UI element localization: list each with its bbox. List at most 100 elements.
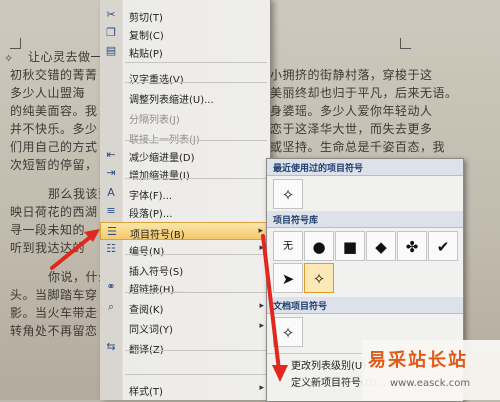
watermark-url: www.easck.com <box>390 378 471 389</box>
menu-separator <box>125 374 267 375</box>
context-menu-item-label: 插入符号(S) <box>129 267 184 278</box>
context-menu-item-label: 增加缩进量(I) <box>129 171 190 182</box>
document-text-line: 身婆瑶。多少人爱你年轻动人 <box>270 104 433 118</box>
document-text-line: 听到我达达的 <box>10 241 86 255</box>
bullet-library-option[interactable]: ✧ <box>304 263 334 293</box>
submenu-arrow-icon: ▸ <box>258 226 263 236</box>
context-menu-item[interactable]: ✂ 剪切(T) <box>100 6 270 24</box>
context-menu-item[interactable]: ☷ 编号(N) ▸ <box>100 240 270 258</box>
context-menu-item-label: 减少缩进量(D) <box>129 153 195 164</box>
menu-separator <box>125 62 267 63</box>
context-menu-item-label: 查阅(K) <box>129 305 164 316</box>
context-menu-item-label: 翻译(Z) <box>129 341 164 356</box>
watermark-logo: 易采站长站 www.easck.com <box>362 340 500 400</box>
context-menu-item[interactable]: ⇥ 增加缩进量(I) <box>100 164 270 182</box>
context-menu-item[interactable]: 插入符号(S) <box>100 260 270 278</box>
context-menu-item[interactable]: ⇆ 翻译(Z) <box>100 338 270 356</box>
bullet-library-option[interactable]: ◆ <box>366 231 396 261</box>
document-text-line: 初秋交错的菁菁 <box>10 68 98 82</box>
watermark-name: 易采站长站 <box>368 350 468 371</box>
context-menu-item-label: 汉字重选(V) <box>129 75 184 86</box>
context-menu-item-label: 同义词(Y) <box>129 325 173 336</box>
context-menu-item-label: 样式(T) <box>129 387 163 398</box>
bullet-library-option[interactable]: ✤ <box>397 231 427 261</box>
menu-separator <box>125 82 267 83</box>
submenu-arrow-icon: ▸ <box>259 301 264 311</box>
context-menu-item: 分隔列表(J) <box>100 108 270 126</box>
document-text-line: 头。当脚踏车穿 <box>10 288 98 302</box>
context-menu-item[interactable]: ≡ 段落(P)... <box>100 202 270 220</box>
margin-corner-left <box>10 38 21 49</box>
context-menu-item-label: 调整列表缩进(U)... <box>129 95 214 106</box>
context-menu-item[interactable]: ☰ 项目符号(B) ▸ <box>100 222 270 241</box>
submenu-arrow-icon: ▸ <box>259 321 264 331</box>
document-text-line: 转角处不再留恋 <box>10 324 98 338</box>
bullet-library-option[interactable]: 无 <box>273 231 303 261</box>
numbering-icon: ☷ <box>106 242 116 255</box>
bullet-library-option[interactable]: ● <box>304 231 334 261</box>
context-menu-item-label: 粘贴(P) <box>129 49 163 60</box>
context-menu-item[interactable]: ⚭ 超链接(H)... <box>100 278 270 296</box>
context-menu-item <box>100 356 270 374</box>
bullet-library-option[interactable]: ✔ <box>428 231 458 261</box>
font-icon: A <box>107 186 115 199</box>
context-menu-item[interactable]: ▤ 粘贴(P) <box>100 42 270 60</box>
submenu-arrow-icon: ▸ <box>259 243 264 253</box>
bullet-library-option[interactable]: ■ <box>335 231 365 261</box>
menu-separator <box>125 178 267 179</box>
document-text-line: 次短暂的停留， <box>10 158 98 172</box>
document-text-line: 并不快乐。多少 <box>10 122 98 136</box>
increase-indent-icon: ⇥ <box>106 166 116 179</box>
context-menu-item-label: 联接上一列表(J) <box>129 131 200 146</box>
context-menu-item[interactable]: 汉字重选(V) <box>100 68 270 86</box>
context-menu-item: 联接上一列表(J) <box>100 128 270 146</box>
context-menu-item[interactable]: ❐ 复制(C) <box>100 24 270 42</box>
context-menu-item-label: 字体(F)... <box>129 191 173 202</box>
context-menu-item[interactable]: 样式(T) ▸ <box>100 380 270 398</box>
context-menu-item-label: 复制(C) <box>129 31 164 42</box>
document-bullet-option[interactable]: ✧ <box>273 317 303 347</box>
document-text-line: 寻一段未知的 <box>10 223 86 237</box>
copy-icon: ❐ <box>106 26 116 39</box>
context-menu-item[interactable]: 调整列表缩进(U)... <box>100 88 270 106</box>
menu-separator <box>125 254 267 255</box>
document-bullets-header: 文档项目符号 <box>267 297 463 314</box>
scissors-icon: ✂ <box>106 8 116 21</box>
document-text-line: 美丽终却也归于平凡，后来无语。 <box>270 86 458 100</box>
context-menu-item[interactable]: ⌕ 查阅(K) ▸ <box>100 298 270 316</box>
document-text-line: 多少人山盟海 <box>10 86 86 100</box>
document-text-line: 恋于这泽华大世，而失去更多 <box>270 122 433 136</box>
bullet-library-option[interactable]: ➤ <box>273 263 303 293</box>
hyperlink-icon: ⚭ <box>106 280 116 293</box>
context-menu-item-label: 段落(P)... <box>129 209 173 220</box>
context-menu-item[interactable]: 同义词(Y) ▸ <box>100 318 270 336</box>
recent-bullet-option[interactable]: ✧ <box>273 179 303 209</box>
margin-corner-right <box>400 38 411 49</box>
context-menu: ✂ 剪切(T) ❐ 复制(C) ▤ 粘贴(P) 汉字重选(V) 调整列表缩进(U)... 分隔列… <box>100 0 271 400</box>
translate-icon: ⇆ <box>106 340 116 353</box>
paragraph-mark: ✧ <box>4 52 14 65</box>
recent-bullets-header: 最近使用过的项目符号 <box>267 159 463 176</box>
context-menu-item-label: 超链接(H)... <box>129 285 184 296</box>
paste-icon: ▤ <box>105 44 117 57</box>
menu-separator <box>125 140 267 141</box>
context-menu-item-label: 项目符号(B) <box>130 230 185 241</box>
context-menu-item-label: 剪切(T) <box>129 13 163 24</box>
menu-separator <box>125 350 267 351</box>
submenu-arrow-icon: ▸ <box>259 383 264 393</box>
bullet-library-header: 项目符号库 <box>267 211 463 228</box>
context-menu-item-label: 编号(N) <box>129 247 165 258</box>
document-text-line: 影。当火车带走 <box>10 306 98 320</box>
menu-separator <box>125 292 267 293</box>
document-text-line: 的纯美面容。我 <box>10 104 98 118</box>
document-text-line: 或坚持。生命总是千姿百态，我 <box>270 140 446 154</box>
bullets-icon: ☰ <box>107 225 117 238</box>
context-menu-item-label: 分隔列表(J) <box>129 115 180 126</box>
document-text-line: 映日荷花的西湖 <box>10 205 98 219</box>
context-menu-item[interactable]: A 字体(F)... <box>100 184 270 202</box>
document-text-line: 小拥挤的街静村落，穿梭于这 <box>270 68 433 82</box>
document-text-line: 们用自己的方式 <box>10 140 98 154</box>
context-menu-item[interactable]: ⇤ 减少缩进量(D) <box>100 146 270 164</box>
decrease-indent-icon: ⇤ <box>106 148 116 161</box>
paragraph-icon: ≡ <box>106 204 116 217</box>
